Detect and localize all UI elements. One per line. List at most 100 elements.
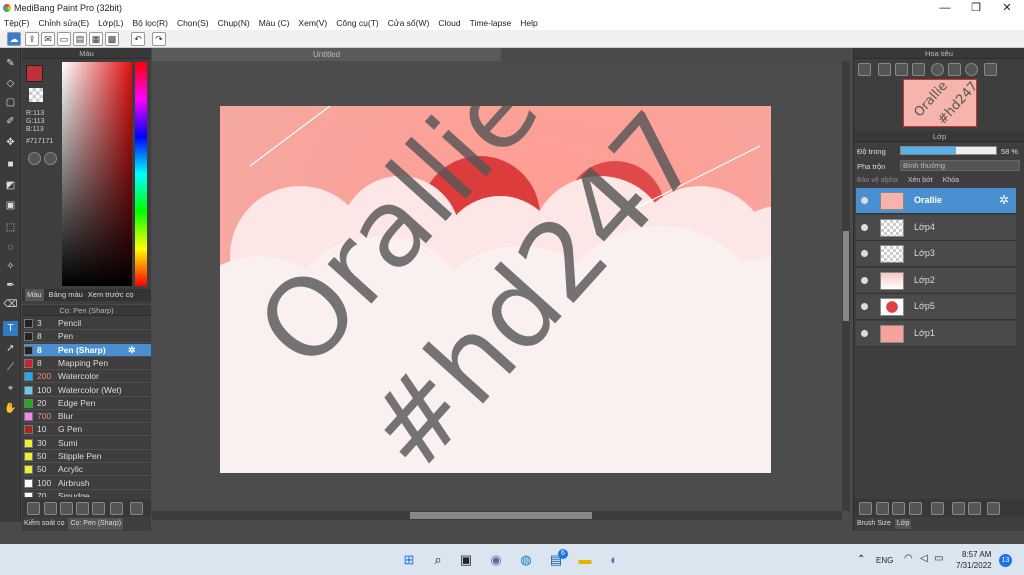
text-tool-icon[interactable]: T	[3, 321, 18, 336]
brush-item[interactable]: 50 Acrylic	[24, 463, 151, 477]
medibang-taskbar-icon[interactable]: ◐	[605, 551, 623, 569]
tab-brush-preview[interactable]: Xem trước cọ	[88, 289, 134, 301]
clock-time[interactable]: 8:57 AM	[962, 550, 991, 559]
brush-item[interactable]: 70 Smudge	[24, 490, 151, 497]
menu-tools[interactable]: Công cụ(T)	[332, 16, 384, 30]
brush-item[interactable]: 50 Stipple Pen	[24, 450, 151, 463]
tab-brush-control[interactable]: Kiểm soát cọ	[24, 518, 64, 530]
brush-menu-icon[interactable]	[44, 502, 57, 515]
brush-item[interactable]: 30 Sumi	[24, 437, 151, 450]
palette-add-icon[interactable]	[44, 152, 57, 165]
layer-folder-icon[interactable]	[931, 502, 944, 515]
halftone-layer-icon[interactable]	[892, 502, 905, 515]
rotate-left-icon[interactable]	[931, 63, 944, 76]
brush-item[interactable]: 3 Pencil	[24, 317, 151, 330]
operation-tool-icon[interactable]: ➚	[3, 341, 18, 356]
select-tool-icon[interactable]: ⬚	[3, 220, 18, 235]
reset-view-icon[interactable]	[948, 63, 961, 76]
menu-window[interactable]: Cửa sổ(W)	[384, 16, 435, 30]
zoom-in-icon[interactable]	[858, 63, 871, 76]
divide-tool-icon[interactable]: ⟋	[3, 360, 18, 375]
grid-icon[interactable]: ▦	[89, 32, 103, 46]
eyedropper-icon[interactable]: ⌖	[3, 381, 18, 396]
menu-help[interactable]: Help	[516, 16, 542, 30]
menu-filter[interactable]: Bộ lọc(R)	[129, 16, 173, 30]
menu-cloud[interactable]: Cloud	[434, 16, 465, 30]
maximize-button[interactable]: ❐	[961, 0, 991, 16]
edge-browser-icon[interactable]: ◍	[517, 551, 535, 569]
new-layer-icon[interactable]	[859, 502, 872, 515]
undo-icon[interactable]: ↶	[131, 32, 145, 46]
rotate-right-icon[interactable]	[965, 63, 978, 76]
hand-tool-icon[interactable]: ✋	[3, 401, 18, 416]
rect-tool-icon[interactable]: ■	[3, 157, 18, 172]
menu-view[interactable]: Xem(V)	[294, 16, 332, 30]
tab-palette[interactable]: Bảng màu	[49, 289, 83, 301]
protect-alpha-checkbox[interactable]: Bảo vệ alpha	[857, 177, 898, 184]
file-explorer-icon[interactable]: ▬	[576, 551, 594, 569]
menu-color[interactable]: Màu (C)	[255, 16, 295, 30]
clock-date[interactable]: 7/31/2022	[956, 561, 992, 570]
hue-slider[interactable]	[135, 62, 147, 286]
cloud-icon[interactable]: ☁	[7, 32, 21, 46]
zoom-in-alt-icon[interactable]	[878, 63, 891, 76]
merge-layer-icon[interactable]	[968, 502, 981, 515]
tab-brush-current[interactable]: Cọ: Pen (Sharp)	[68, 518, 124, 530]
chat-icon[interactable]: ✉	[41, 32, 55, 46]
navigator-preview[interactable]: Orallie #hd247	[903, 79, 977, 127]
brush-item[interactable]: 20 Edge Pen	[24, 397, 151, 410]
brush-copy-icon[interactable]	[76, 502, 89, 515]
brush-item[interactable]: 8 Pen	[24, 330, 151, 344]
bucket-tool-icon[interactable]: ◩	[3, 178, 18, 193]
brush-item[interactable]: 8 Pen (Sharp) ✲	[24, 343, 151, 357]
battery-icon[interactable]: ▭	[934, 553, 943, 564]
tab-brush-size[interactable]: Brush Size	[857, 519, 891, 529]
menu-select[interactable]: Chọn(S)	[173, 16, 214, 30]
brush-folder-icon[interactable]	[92, 502, 105, 515]
windows-start-icon[interactable]: ⊞	[400, 551, 418, 569]
tab-layer[interactable]: Lớp	[894, 519, 912, 529]
layer-menu-icon[interactable]	[909, 502, 922, 515]
visibility-eye-icon[interactable]	[861, 223, 868, 231]
secondary-color-swatch[interactable]	[29, 88, 43, 102]
move-tool-icon[interactable]: ✥	[3, 135, 18, 150]
menu-edit[interactable]: Chỉnh sửa(E)	[35, 16, 95, 30]
brush-item[interactable]: 100 Watercolor (Wet)	[24, 384, 151, 397]
zoom-out-icon[interactable]	[912, 63, 925, 76]
visibility-eye-icon[interactable]	[861, 329, 868, 337]
select-pen-icon[interactable]: ✒	[3, 278, 18, 293]
eraser-tool-icon[interactable]: ◇	[3, 76, 18, 91]
flip-icon[interactable]	[984, 63, 997, 76]
delete-layer-icon[interactable]	[987, 502, 1000, 515]
document-tab[interactable]: Untitled	[152, 48, 501, 61]
pen-tool-icon[interactable]: ✐	[3, 114, 18, 129]
grid-settings-icon[interactable]: ▩	[105, 32, 119, 46]
volume-icon[interactable]: ◁	[920, 553, 928, 564]
brush-item[interactable]: 200 Watercolor	[24, 370, 151, 384]
menu-file[interactable]: Tệp(F)	[0, 16, 35, 30]
palette-icon[interactable]	[28, 152, 41, 165]
fit-icon[interactable]	[895, 63, 908, 76]
lasso-tool-icon[interactable]: ◌	[3, 240, 18, 255]
brush-item[interactable]: 8 Mapping Pen	[24, 357, 151, 370]
brush-settings-gear-icon[interactable]: ✲	[128, 344, 136, 357]
visibility-eye-icon[interactable]	[861, 250, 868, 257]
brush-duplicate-icon[interactable]	[110, 502, 123, 515]
redo-icon[interactable]: ↷	[152, 32, 166, 46]
visibility-eye-icon[interactable]	[861, 276, 868, 284]
layer-row[interactable]: Lớp2	[856, 267, 1016, 294]
document-icon[interactable]: ▤	[73, 32, 87, 46]
brush-settings-icon[interactable]	[60, 502, 73, 515]
teams-chat-icon[interactable]: ◉	[487, 551, 505, 569]
lock-checkbox[interactable]: Khóa	[943, 177, 959, 184]
task-view-icon[interactable]: ▣	[457, 551, 475, 569]
menu-timelapse[interactable]: Time-lapse	[466, 16, 517, 30]
gradient-tool-icon[interactable]: ▣	[3, 198, 18, 213]
horizontal-scrollbar[interactable]	[152, 511, 842, 520]
saturation-value-picker[interactable]	[62, 62, 132, 286]
tray-chevron-icon[interactable]: ⌃	[857, 554, 865, 565]
minimize-button[interactable]: —	[930, 0, 960, 16]
duplicate-layer-icon[interactable]	[952, 502, 965, 515]
menu-layer[interactable]: Lớp(L)	[94, 16, 128, 30]
layer-row[interactable]: Lớp1	[856, 320, 1016, 347]
